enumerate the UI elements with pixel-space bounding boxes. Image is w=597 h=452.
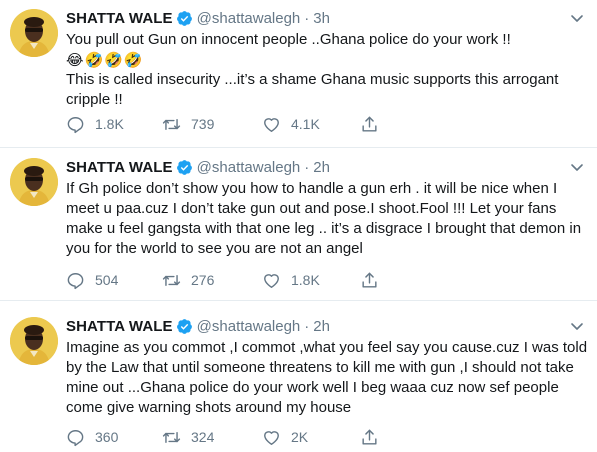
tweet-text-line: If Gh police don’t show you how to handl…	[66, 180, 558, 197]
separator-dot: ·	[304, 9, 310, 27]
chevron-down-icon[interactable]	[569, 159, 585, 175]
like-button[interactable]: 2K	[262, 428, 308, 447]
tweet-text-line: Imagine as you commot ,I commot ,what yo…	[66, 339, 588, 356]
retweet-button[interactable]: 324	[162, 428, 214, 447]
reply-button[interactable]: 504	[66, 271, 118, 290]
avatar[interactable]	[10, 158, 58, 206]
share-icon	[362, 116, 377, 132]
reply-count: 1.8K	[95, 116, 124, 132]
separator-dot: ·	[304, 158, 310, 176]
tweet-feed: SHATTA WALE @shattawalegh · 3h You pull …	[0, 0, 597, 452]
reply-icon	[67, 272, 84, 289]
tweet-text-line: come give warning shots around my house	[66, 399, 352, 416]
reply-button[interactable]: 1.8K	[66, 115, 124, 134]
tweet-text-line: by the Law that until someone threatens …	[66, 359, 574, 376]
reply-icon	[67, 429, 84, 446]
tweet-text: You pull out Gun on innocent people ..Gh…	[66, 30, 586, 110]
tweet[interactable]: SHATTA WALE @shattawalegh · 3h You pull …	[0, 0, 597, 148]
author-handle[interactable]: @shattawalegh	[197, 159, 301, 176]
retweet-icon	[162, 118, 181, 130]
reply-count: 504	[95, 272, 119, 288]
retweet-count: 276	[191, 272, 215, 288]
like-count: 2K	[291, 429, 309, 445]
chevron-down-icon[interactable]	[569, 10, 585, 26]
share-button[interactable]	[360, 428, 379, 447]
tweet-text: If Gh police don’t show you how to handl…	[66, 179, 586, 259]
avatar-image	[10, 317, 58, 365]
separator-dot: ·	[304, 317, 310, 335]
author-name[interactable]: SHATTA WALE	[66, 10, 173, 27]
tweet-header: SHATTA WALE @shattawalegh · 2h	[66, 316, 330, 336]
verified-badge-icon	[176, 318, 193, 335]
share-button[interactable]	[360, 115, 379, 134]
chevron-down-icon[interactable]	[569, 318, 585, 334]
author-handle[interactable]: @shattawalegh	[197, 10, 301, 27]
share-button[interactable]	[360, 271, 379, 290]
retweet-icon	[162, 274, 181, 286]
timestamp[interactable]: 2h	[313, 318, 330, 335]
timestamp[interactable]: 2h	[313, 159, 330, 176]
tweet-text: Imagine as you commot ,I commot ,what yo…	[66, 338, 588, 418]
retweet-count: 739	[191, 116, 215, 132]
tweet-text-line: you for the world to see you are not an …	[66, 240, 363, 257]
author-name[interactable]: SHATTA WALE	[66, 159, 173, 176]
avatar[interactable]	[10, 317, 58, 365]
tweet-header: SHATTA WALE @shattawalegh · 2h	[66, 157, 330, 177]
author-name[interactable]: SHATTA WALE	[66, 318, 173, 335]
tweet-text-line: mine out ...Ghana police do your work we…	[66, 379, 559, 396]
avatar-image	[10, 9, 58, 57]
like-button[interactable]: 4.1K	[262, 115, 320, 134]
tweet-text-line: This is called insecurity ...it’s a sham…	[66, 71, 559, 88]
share-icon	[362, 272, 377, 288]
timestamp[interactable]: 3h	[313, 10, 330, 27]
tweet-text-line: meet u paa.cuz I don’t take gun out and …	[66, 200, 557, 217]
tweet-text-line: make u feel gangsta with that one leg ..…	[66, 220, 582, 237]
like-count: 1.8K	[291, 272, 320, 288]
tweet-text-line: cripple !!	[66, 91, 123, 108]
tweet[interactable]: SHATTA WALE @shattawalegh · 2h Imagine a…	[0, 308, 597, 452]
tweet-header: SHATTA WALE @shattawalegh · 3h	[66, 8, 330, 28]
like-button[interactable]: 1.8K	[262, 271, 320, 290]
share-icon	[362, 429, 377, 445]
emoji-line: 😂🤣🤣🤣	[66, 51, 144, 69]
verified-badge-icon	[176, 10, 193, 27]
like-icon	[264, 273, 279, 288]
retweet-icon	[162, 431, 181, 443]
avatar[interactable]	[10, 9, 58, 57]
reply-count: 360	[95, 429, 119, 445]
retweet-count: 324	[191, 429, 215, 445]
tweet-text-line: You pull out Gun on innocent people ..Gh…	[66, 31, 511, 48]
avatar-image	[10, 158, 58, 206]
like-icon	[264, 430, 279, 445]
verified-badge-icon	[176, 159, 193, 176]
like-count: 4.1K	[291, 116, 320, 132]
retweet-button[interactable]: 276	[162, 271, 214, 290]
reply-icon	[67, 116, 84, 133]
tweet[interactable]: SHATTA WALE @shattawalegh · 2h If Gh pol…	[0, 149, 597, 301]
reply-button[interactable]: 360	[66, 428, 118, 447]
like-icon	[264, 117, 279, 132]
author-handle[interactable]: @shattawalegh	[197, 318, 301, 335]
retweet-button[interactable]: 739	[162, 115, 214, 134]
